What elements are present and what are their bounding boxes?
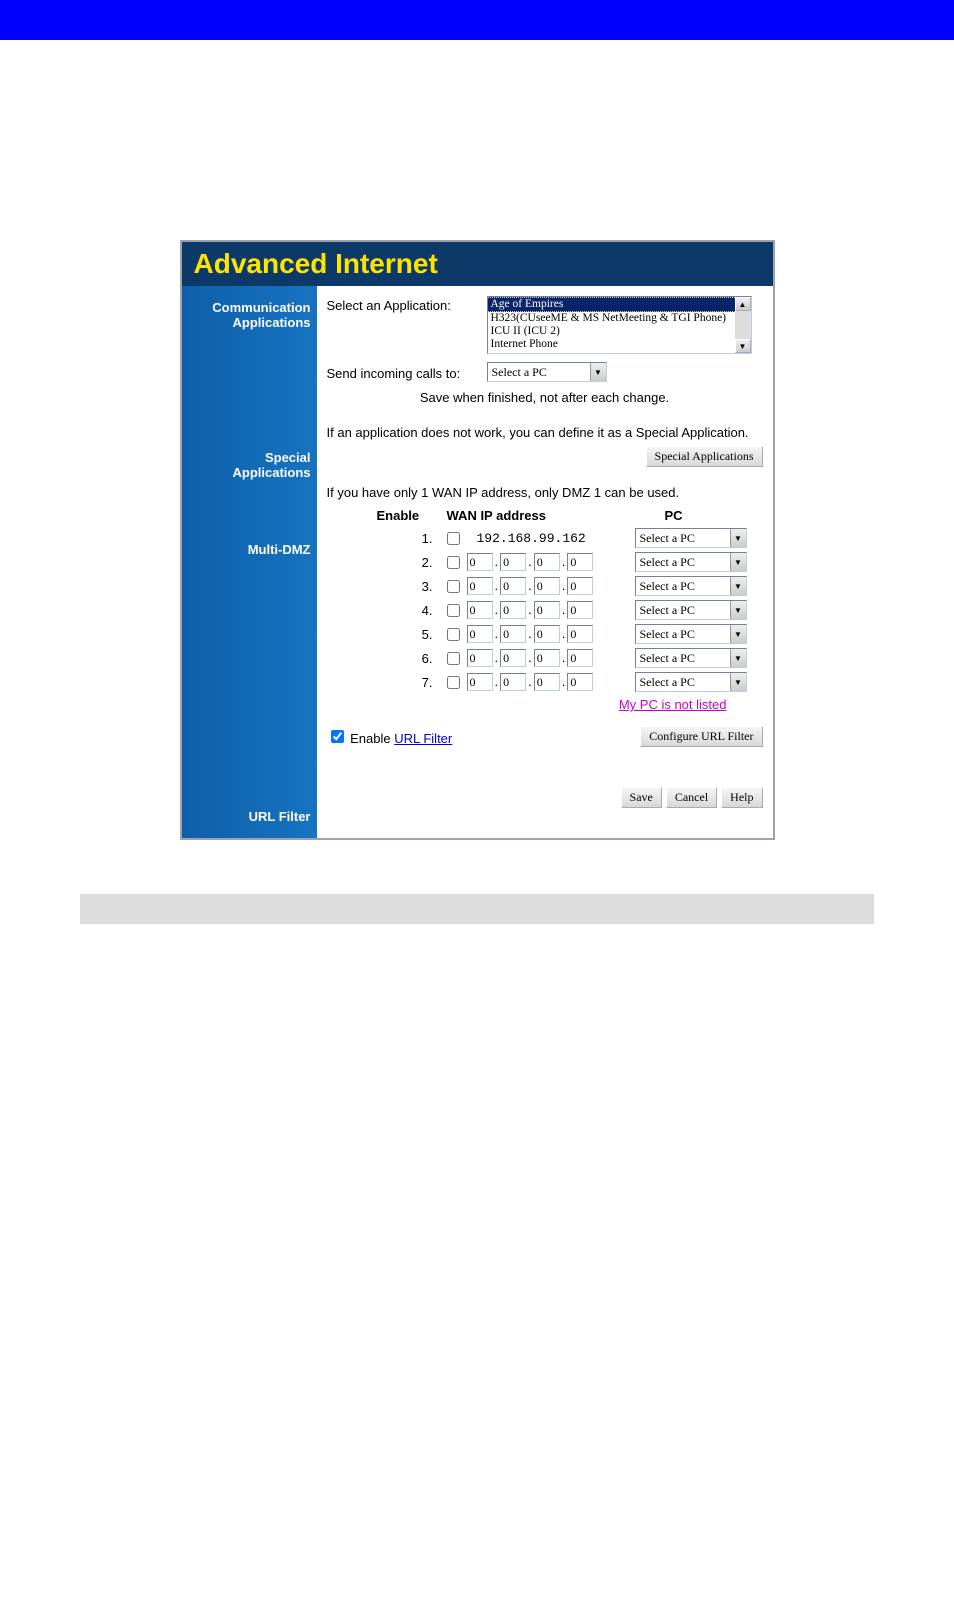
ip-octet-input[interactable] — [500, 625, 526, 643]
ip-octet-input[interactable] — [567, 577, 593, 595]
ip-octet-input[interactable] — [500, 673, 526, 691]
ip-octet-input[interactable] — [567, 553, 593, 571]
scroll-up-icon[interactable]: ▲ — [735, 297, 751, 311]
ip-octet-input[interactable] — [534, 625, 560, 643]
application-option[interactable]: H323(CUseeME & MS NetMeeting & TGI Phone… — [488, 312, 735, 325]
sidebar-url-filter: URL Filter — [186, 809, 311, 824]
doc-top-bar — [0, 0, 954, 40]
dmz-enable-checkbox[interactable] — [447, 580, 460, 593]
dmz-row: 4. . . . Select a PC ▼ — [377, 599, 763, 621]
sidebar: Communication Applications Special Appli… — [182, 286, 317, 838]
cancel-button[interactable]: Cancel — [666, 787, 717, 808]
sidebar-multi-dmz: Multi-DMZ — [186, 542, 311, 557]
special-app-text: If an application does not work, you can… — [327, 425, 763, 440]
ip-octet-input[interactable] — [567, 673, 593, 691]
my-pc-not-listed-link[interactable]: My PC is not listed — [619, 697, 727, 712]
application-option[interactable]: ICU II (ICU 2) — [488, 325, 735, 338]
ip-octet-input[interactable] — [534, 673, 560, 691]
dmz-pc-select[interactable]: Select a PC ▼ — [635, 600, 747, 620]
ip-octet-input[interactable] — [567, 625, 593, 643]
url-filter-link[interactable]: URL Filter — [394, 731, 452, 746]
ip-octet-input[interactable] — [467, 601, 493, 619]
chevron-down-icon[interactable]: ▼ — [730, 553, 746, 571]
chevron-down-icon[interactable]: ▼ — [730, 601, 746, 619]
chevron-down-icon[interactable]: ▼ — [730, 577, 746, 595]
dmz-enable-checkbox[interactable] — [447, 604, 460, 617]
dmz-row: 3. . . . Select a PC ▼ — [377, 575, 763, 597]
dmz-enable-checkbox[interactable] — [447, 652, 460, 665]
ip-octet-input[interactable] — [567, 601, 593, 619]
ip-octet-input[interactable] — [500, 577, 526, 595]
dmz-pc-select[interactable]: Select a PC ▼ — [635, 648, 747, 668]
dmz-enable-checkbox[interactable] — [447, 532, 460, 545]
dmz-enable-checkbox[interactable] — [447, 628, 460, 641]
dmz-row: 6. . . . Select a PC ▼ — [377, 647, 763, 669]
chevron-down-icon[interactable]: ▼ — [730, 649, 746, 667]
configure-url-filter-button[interactable]: Configure URL Filter — [640, 726, 762, 747]
ip-octet-input[interactable] — [534, 553, 560, 571]
application-listbox[interactable]: Age of Empires H323(CUseeME & MS NetMeet… — [487, 296, 752, 354]
dmz-row: 5. . . . Select a PC ▼ — [377, 623, 763, 645]
dmz-pc-select[interactable]: Select a PC ▼ — [635, 672, 747, 692]
content-area: Select an Application: Age of Empires H3… — [317, 286, 773, 838]
dmz-row: 1. 192.168.99.162 Select a PC ▼ — [377, 527, 763, 549]
save-note: Save when finished, not after each chang… — [327, 390, 763, 405]
dmz-row: 7. . . . Select a PC ▼ — [377, 671, 763, 693]
dmz-enable-checkbox[interactable] — [447, 676, 460, 689]
dmz-enable-checkbox[interactable] — [447, 556, 460, 569]
ip-octet-input[interactable] — [534, 577, 560, 595]
sidebar-special: Special Applications — [186, 450, 311, 480]
panel-title: Advanced Internet — [182, 242, 773, 286]
help-button[interactable]: Help — [721, 787, 762, 808]
application-option-selected[interactable]: Age of Empires — [488, 297, 735, 312]
ip-octet-input[interactable] — [467, 577, 493, 595]
enable-url-filter-checkbox[interactable] — [331, 730, 344, 743]
dmz-row: 2. . . . Select a PC ▼ — [377, 551, 763, 573]
enable-url-filter-label: Enable — [350, 731, 394, 746]
scroll-down-icon[interactable]: ▼ — [735, 339, 751, 353]
sidebar-communication: Communication Applications — [186, 300, 311, 330]
dmz-pc-select[interactable]: Select a PC ▼ — [635, 528, 747, 548]
listbox-scrollbar[interactable]: ▲ ▼ — [735, 297, 751, 353]
decorative-bar — [80, 894, 874, 924]
ip-octet-input[interactable] — [500, 649, 526, 667]
ip-octet-input[interactable] — [467, 553, 493, 571]
ip-octet-input[interactable] — [467, 649, 493, 667]
send-incoming-label: Send incoming calls to: — [327, 364, 487, 381]
ip-octet-input[interactable] — [500, 601, 526, 619]
application-option[interactable]: Internet Phone — [488, 338, 735, 351]
chevron-down-icon[interactable]: ▼ — [730, 673, 746, 691]
dmz-static-ip: 192.168.99.162 — [467, 531, 635, 546]
send-incoming-select[interactable]: Select a PC ▼ — [487, 362, 607, 382]
ip-octet-input[interactable] — [467, 625, 493, 643]
dmz-pc-select[interactable]: Select a PC ▼ — [635, 552, 747, 572]
ip-octet-input[interactable] — [500, 553, 526, 571]
chevron-down-icon[interactable]: ▼ — [730, 529, 746, 547]
dmz-pc-select[interactable]: Select a PC ▼ — [635, 576, 747, 596]
settings-panel: Advanced Internet Communication Applicat… — [180, 240, 775, 840]
save-button[interactable]: Save — [621, 787, 662, 808]
ip-octet-input[interactable] — [534, 601, 560, 619]
ip-octet-input[interactable] — [467, 673, 493, 691]
dmz-pc-select[interactable]: Select a PC ▼ — [635, 624, 747, 644]
chevron-down-icon[interactable]: ▼ — [730, 625, 746, 643]
multi-dmz-text: If you have only 1 WAN IP address, only … — [327, 485, 763, 500]
ip-octet-input[interactable] — [567, 649, 593, 667]
dmz-table-header: Enable WAN IP address PC — [377, 508, 763, 523]
ip-octet-input[interactable] — [534, 649, 560, 667]
select-application-label: Select an Application: — [327, 296, 487, 313]
special-applications-button[interactable]: Special Applications — [646, 446, 763, 467]
chevron-down-icon[interactable]: ▼ — [590, 363, 606, 381]
